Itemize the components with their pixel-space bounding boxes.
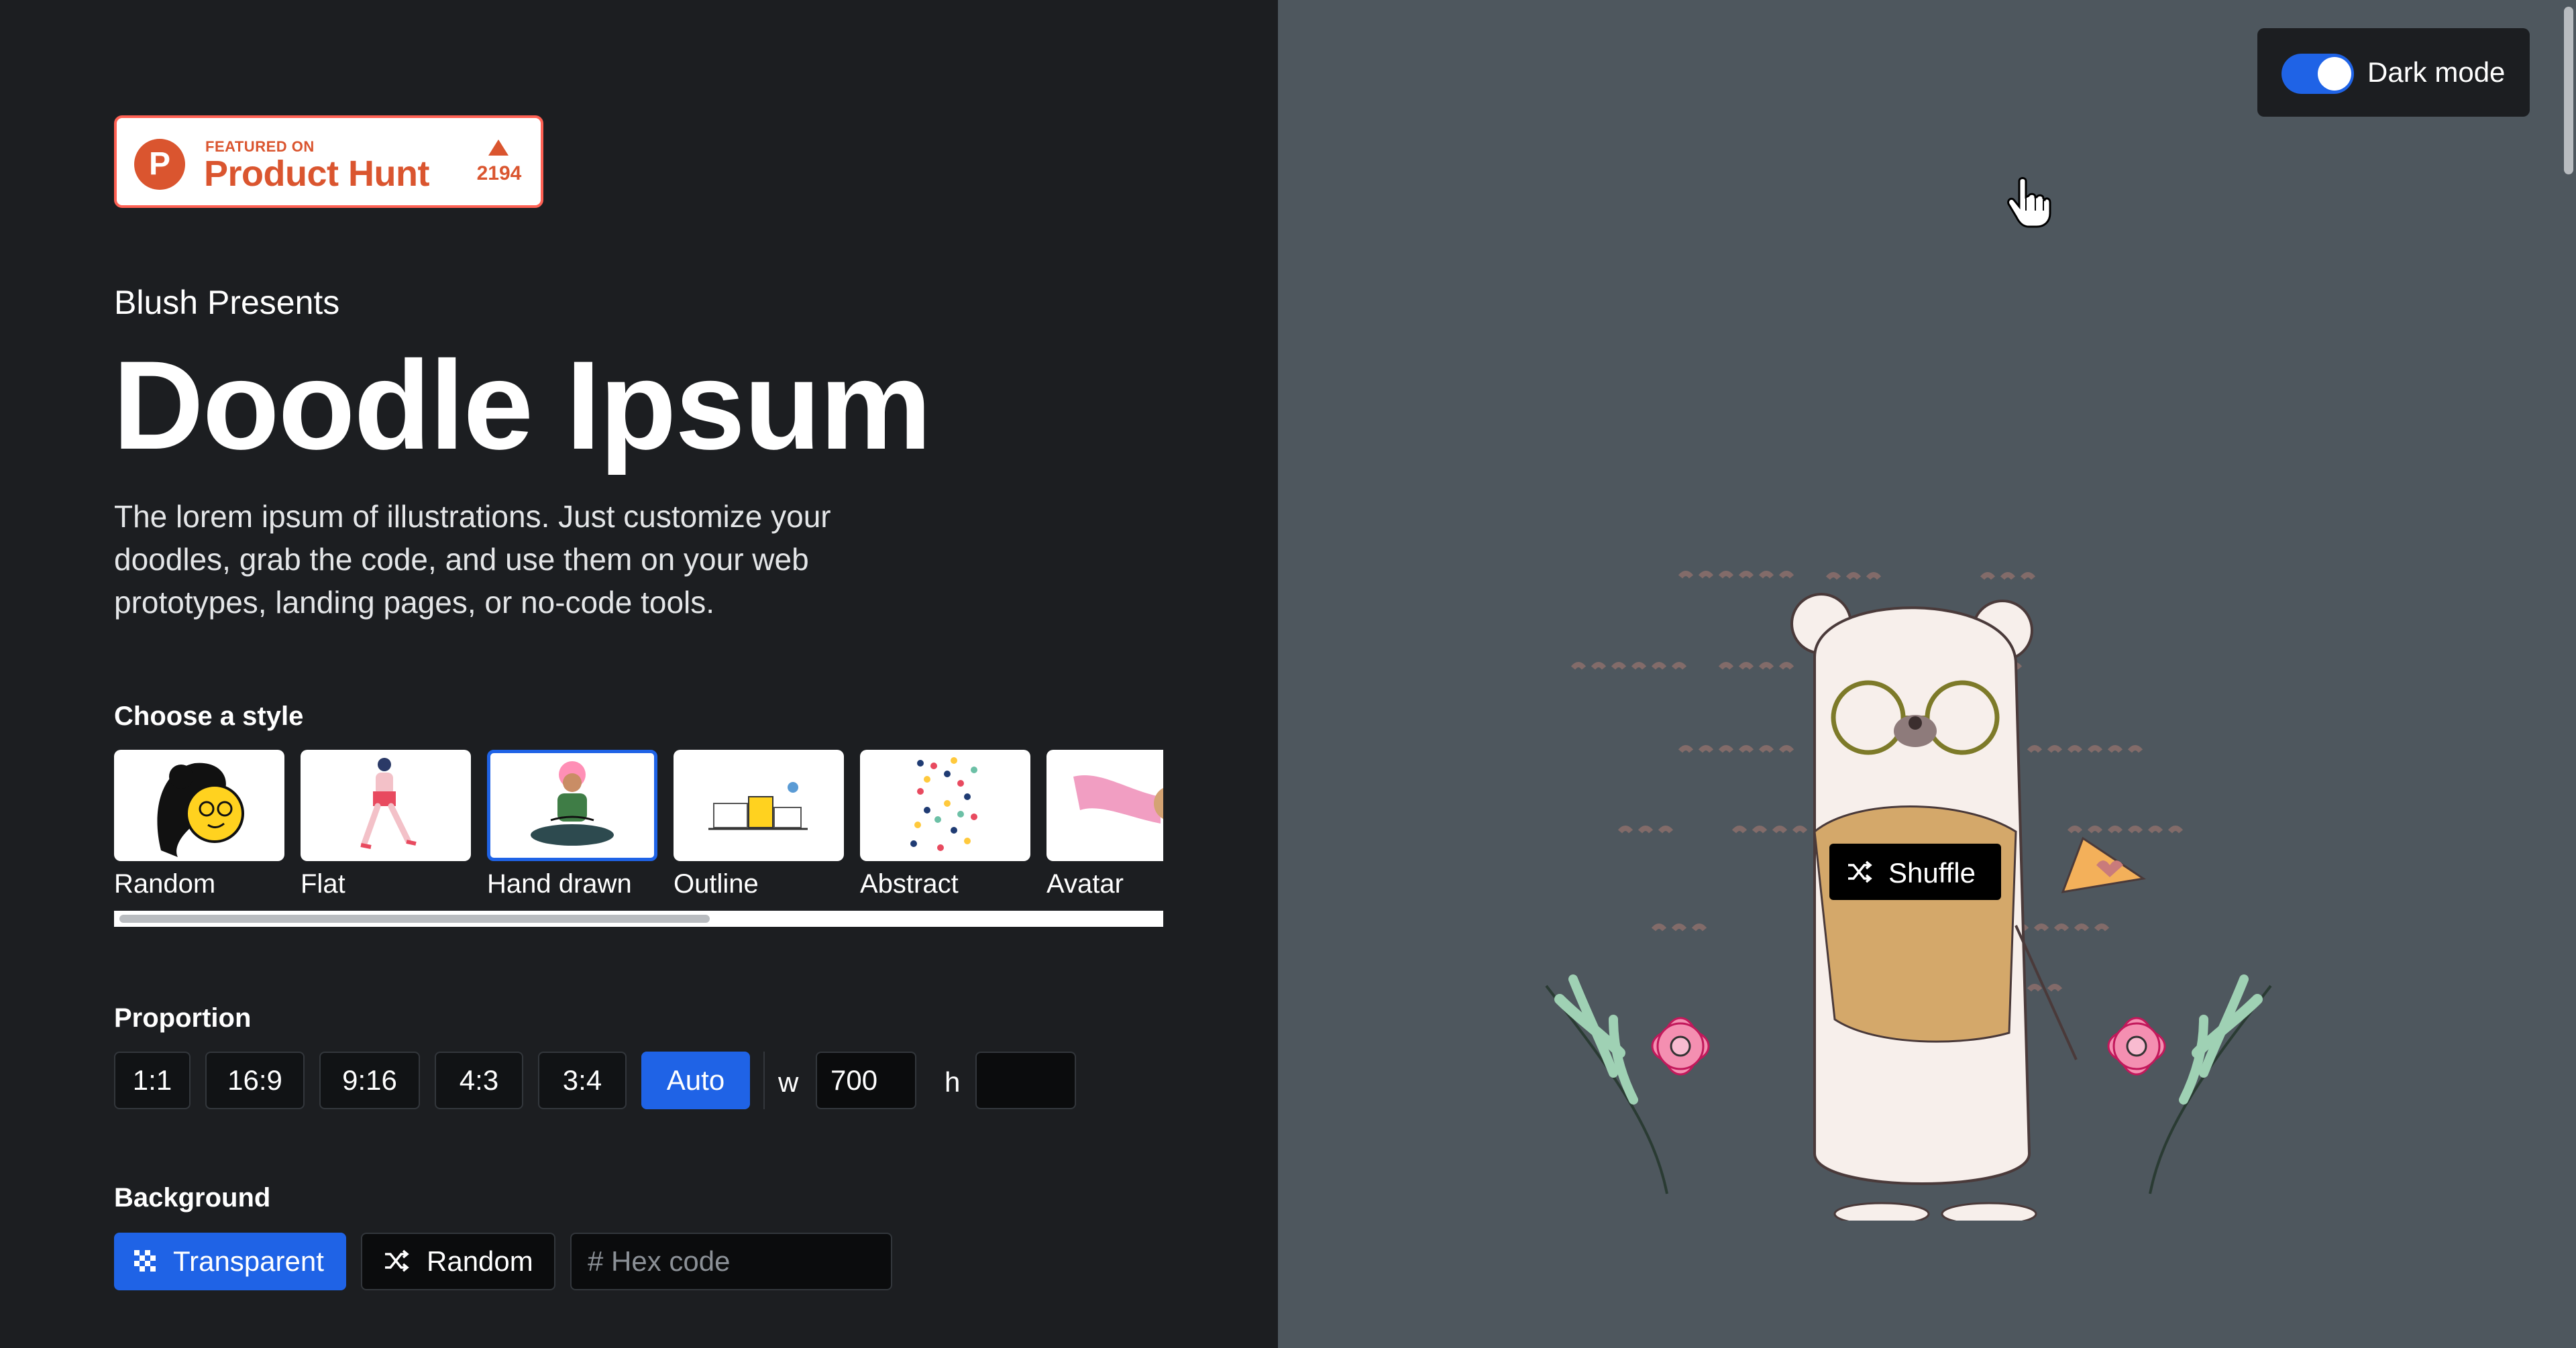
page-scrollbar-track[interactable] <box>2561 0 2576 1348</box>
proportion-16-9-button[interactable]: 16:9 <box>205 1052 305 1109</box>
style-picker-scroll-thumb[interactable] <box>119 915 710 923</box>
transparent-label: Transparent <box>173 1245 324 1277</box>
style-option-hand-drawn[interactable]: Hand drawn <box>487 750 657 897</box>
hand-drawn-doodle-icon <box>531 761 614 846</box>
style-picker-scrollbar[interactable] <box>114 911 1163 927</box>
bear <box>1790 593 2146 1221</box>
proportion-3-4-button[interactable]: 3:4 <box>538 1052 627 1109</box>
upvote-arrow-icon <box>488 139 508 156</box>
proportion-divider <box>763 1052 765 1109</box>
random-doodle-icon <box>157 763 244 857</box>
height-input[interactable] <box>975 1052 1076 1109</box>
upvote-count: 2194 <box>476 162 522 184</box>
page-scrollbar-thumb[interactable] <box>2564 7 2573 174</box>
background-section-label: Background <box>114 1183 271 1213</box>
shuffle-icon <box>1848 860 1872 883</box>
product-hunt-name: Product Hunt <box>204 154 429 194</box>
page-description: The lorem ipsum of illustrations. Just c… <box>114 499 831 620</box>
style-option-random[interactable]: Random <box>114 750 284 897</box>
style-label-abstract: Abstract <box>860 869 959 897</box>
style-thumb-abstract <box>860 750 1030 861</box>
style-thumb-outline <box>674 750 844 861</box>
style-option-abstract[interactable]: Abstract <box>860 750 1030 897</box>
shuffle-button[interactable]: Shuffle <box>1829 844 2001 900</box>
style-label-avatar: Avatar <box>1046 869 1124 897</box>
right-flower <box>2107 974 2272 1194</box>
style-option-outline[interactable]: Outline <box>674 750 844 897</box>
proportion-1-1-button[interactable]: 1:1 <box>114 1052 191 1109</box>
proportion-section-label: Proportion <box>114 1003 252 1033</box>
style-thumb-avatar <box>1046 750 1163 861</box>
shuffle-icon <box>385 1249 409 1272</box>
preview-panel: Dark mode Shuffle <box>1278 0 2576 1348</box>
outline-doodle-icon <box>708 782 808 830</box>
checkerboard-icon <box>134 1250 156 1272</box>
eyebrow-text: Blush Presents <box>114 284 340 321</box>
controls-panel: P FEATURED ON Product Hunt 2194 Blush Pr… <box>0 0 1278 1348</box>
left-flower <box>1545 974 1710 1194</box>
width-label: w <box>778 1066 799 1098</box>
transparent-background-button[interactable]: Transparent <box>114 1233 346 1290</box>
style-thumb-hand-drawn <box>487 750 657 861</box>
hex-code-input[interactable] <box>570 1233 892 1290</box>
abstract-doodle-icon <box>910 757 977 851</box>
shuffle-label: Shuffle <box>1888 857 1976 889</box>
dark-mode-toggle[interactable]: Dark mode <box>2257 28 2530 117</box>
style-picker: Random Flat Hand drawn Outline Abstract … <box>114 750 1163 897</box>
dark-mode-switch[interactable] <box>2282 54 2354 94</box>
style-label-random: Random <box>114 869 216 897</box>
proportion-4-3-button[interactable]: 4:3 <box>435 1052 523 1109</box>
product-hunt-logo-icon: P <box>134 139 185 190</box>
style-label-hand-drawn: Hand drawn <box>487 869 632 897</box>
dark-mode-switch-knob <box>2318 57 2351 91</box>
style-thumb-random <box>114 750 284 861</box>
page-title: Doodle Ipsum <box>113 335 932 475</box>
height-label: h <box>945 1066 961 1098</box>
dark-mode-label: Dark mode <box>2367 56 2506 88</box>
random-background-label: Random <box>427 1245 533 1277</box>
flat-doodle-icon <box>360 758 417 849</box>
style-label-flat: Flat <box>301 869 345 897</box>
style-label-outline: Outline <box>674 869 759 897</box>
style-option-flat[interactable]: Flat <box>301 750 471 897</box>
random-background-button[interactable]: Random <box>361 1233 555 1290</box>
style-option-avatar[interactable]: Avatar <box>1046 750 1163 897</box>
hand-pointer-cursor-icon <box>2007 177 2051 228</box>
style-thumb-flat <box>301 750 471 861</box>
product-hunt-badge[interactable]: P FEATURED ON Product Hunt 2194 <box>114 115 543 208</box>
style-section-label: Choose a style <box>114 701 304 731</box>
proportion-auto-button[interactable]: Auto <box>641 1052 750 1109</box>
avatar-doodle-icon <box>1073 775 1163 824</box>
proportion-9-16-button[interactable]: 9:16 <box>319 1052 420 1109</box>
width-input[interactable] <box>816 1052 916 1109</box>
